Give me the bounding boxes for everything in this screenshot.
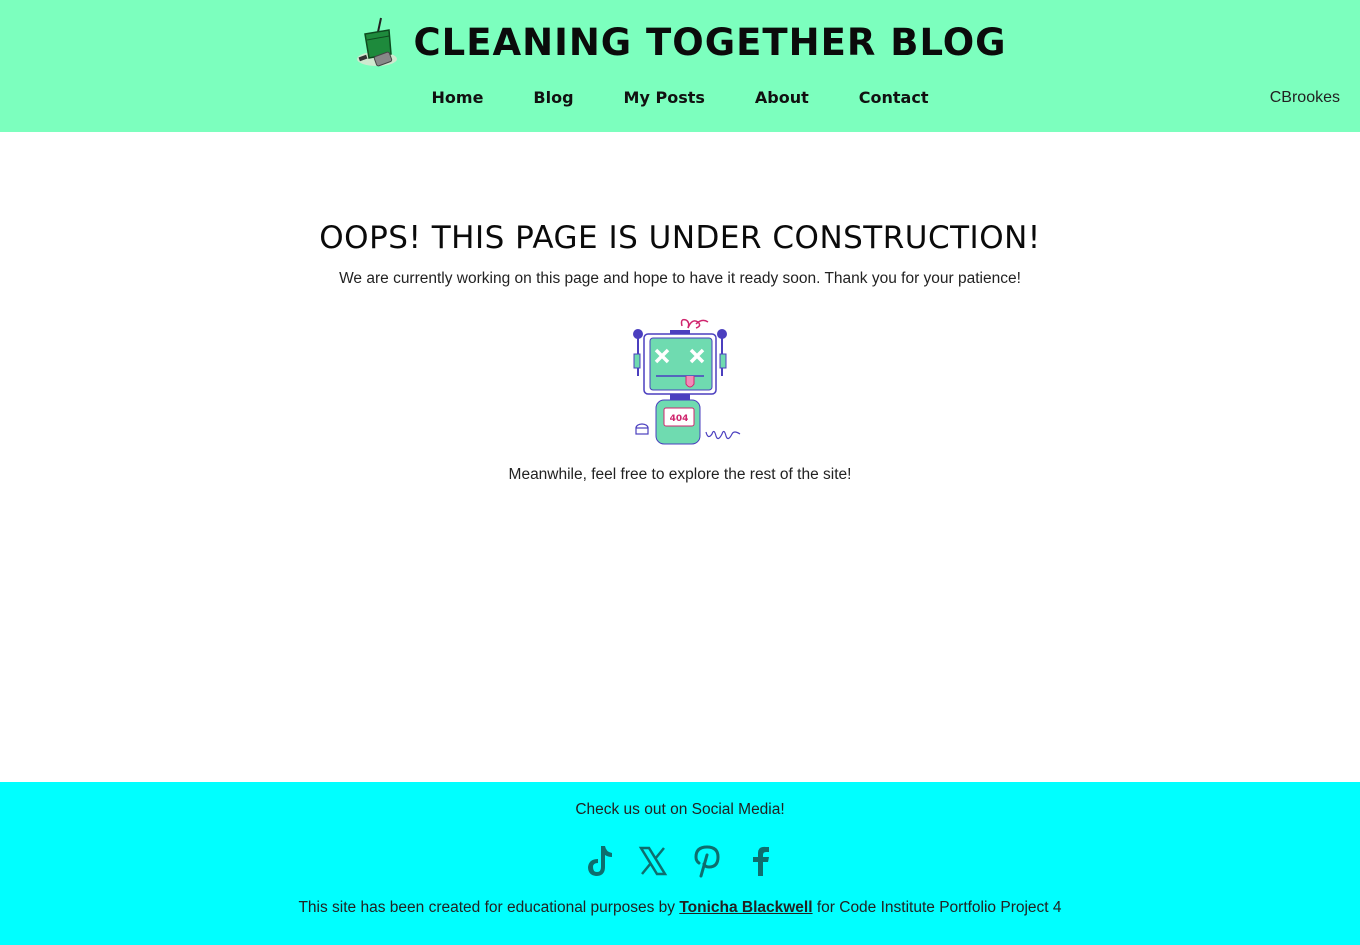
facebook-icon[interactable] bbox=[745, 844, 777, 878]
cleaning-bucket-icon bbox=[357, 17, 398, 67]
main-nav: Home Blog My Posts About Contact bbox=[0, 88, 1360, 107]
credit-suffix: for Code Institute Portfolio Project 4 bbox=[812, 899, 1062, 916]
nav-about[interactable]: About bbox=[755, 88, 809, 107]
brand[interactable]: CLEANING TOGETHER BLOG bbox=[0, 16, 1360, 68]
intro-text: We are currently working on this page an… bbox=[339, 270, 1021, 287]
social-heading: Check us out on Social Media! bbox=[575, 801, 785, 818]
nav-my-posts[interactable]: My Posts bbox=[624, 88, 705, 107]
site-header: CLEANING TOGETHER BLOG Home Blog My Post… bbox=[0, 0, 1360, 132]
nav-blog[interactable]: Blog bbox=[533, 88, 573, 107]
x-icon[interactable] bbox=[637, 844, 669, 878]
site-footer: Check us out on Social Media! This site … bbox=[0, 782, 1360, 945]
author-link[interactable]: Tonicha Blackwell bbox=[679, 899, 812, 916]
robot-badge: 404 bbox=[670, 414, 689, 424]
credit-prefix: This site has been created for education… bbox=[298, 899, 680, 916]
robot-404-icon: 404 bbox=[633, 318, 741, 445]
username: CBrookes bbox=[1269, 89, 1340, 106]
nav-contact[interactable]: Contact bbox=[859, 88, 929, 107]
social-links bbox=[0, 844, 1360, 878]
pinterest-icon[interactable] bbox=[691, 844, 723, 878]
main-content: OOPS! THIS PAGE IS UNDER CONSTRUCTION! W… bbox=[0, 132, 1360, 782]
site-title: CLEANING TOGETHER BLOG bbox=[413, 20, 1007, 64]
page-heading: OOPS! THIS PAGE IS UNDER CONSTRUCTION! bbox=[319, 220, 1041, 256]
explore-text: Meanwhile, feel free to explore the rest… bbox=[508, 466, 852, 483]
credit-text: This site has been created for education… bbox=[0, 899, 1360, 917]
nav-home[interactable]: Home bbox=[432, 88, 484, 107]
tiktok-icon[interactable] bbox=[583, 844, 615, 878]
